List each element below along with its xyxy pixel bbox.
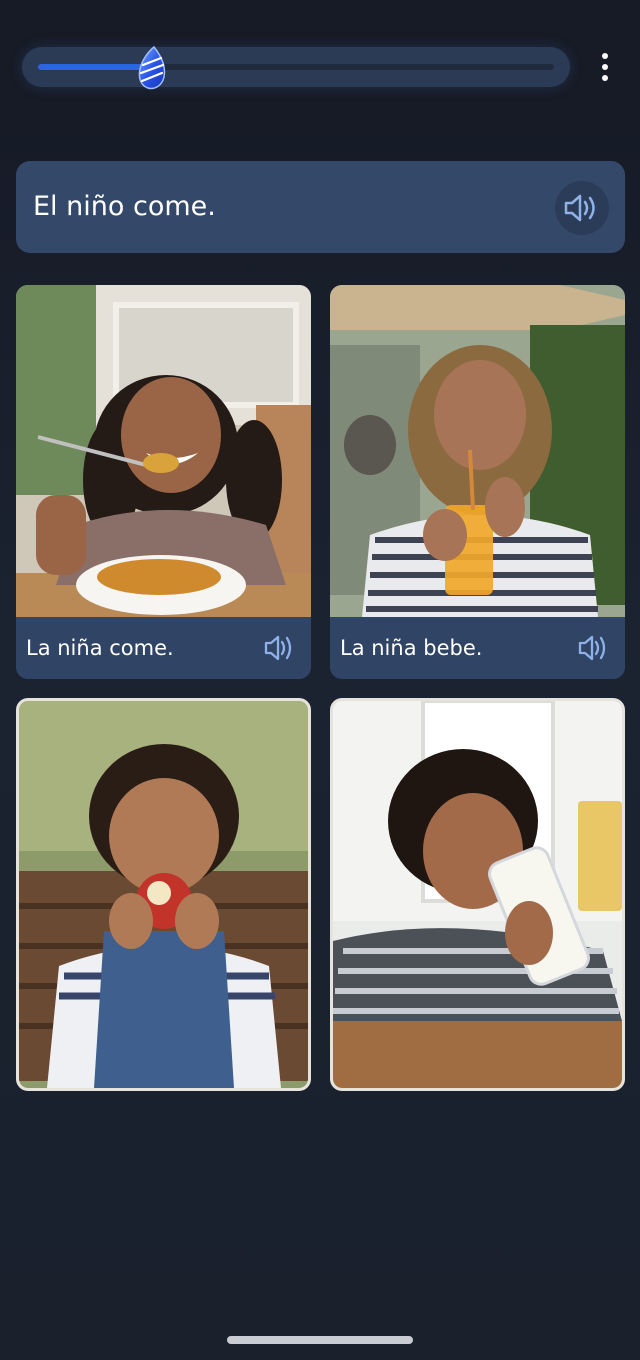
top-bar — [0, 0, 640, 130]
option-caption: La niña bebe. — [340, 636, 483, 660]
girl-eating-photo — [16, 285, 311, 617]
answer-option-boy-drinking[interactable] — [330, 698, 625, 1091]
speaker-icon[interactable] — [264, 634, 296, 662]
menu-dot — [602, 64, 608, 70]
answer-option-girl-drinking[interactable]: La niña bebe. — [330, 285, 625, 679]
home-indicator[interactable] — [227, 1336, 413, 1344]
lesson-progress-bar — [22, 47, 570, 87]
play-prompt-audio-button[interactable] — [555, 181, 609, 235]
toddler-eating-photo — [19, 701, 308, 1088]
boy-drinking-photo — [333, 701, 622, 1088]
answer-option-toddler-eating[interactable] — [16, 698, 311, 1091]
prompt-sentence: El niño come. — [33, 191, 216, 222]
speaker-icon — [564, 194, 595, 222]
girl-drinking-photo — [330, 285, 625, 617]
option-caption: La niña come. — [26, 636, 174, 660]
answer-option-girl-eating[interactable]: La niña come. — [16, 285, 311, 679]
more-options-button[interactable] — [588, 50, 622, 84]
progress-crystal-icon — [138, 45, 166, 90]
progress-fill — [38, 64, 147, 70]
progress-track — [38, 64, 554, 70]
option-caption-bar: La niña come. — [16, 617, 311, 679]
prompt-card: El niño come. — [16, 161, 625, 253]
option-caption-bar: La niña bebe. — [330, 617, 625, 679]
menu-dot — [602, 53, 608, 59]
menu-dot — [602, 75, 608, 81]
speaker-icon[interactable] — [578, 634, 610, 662]
